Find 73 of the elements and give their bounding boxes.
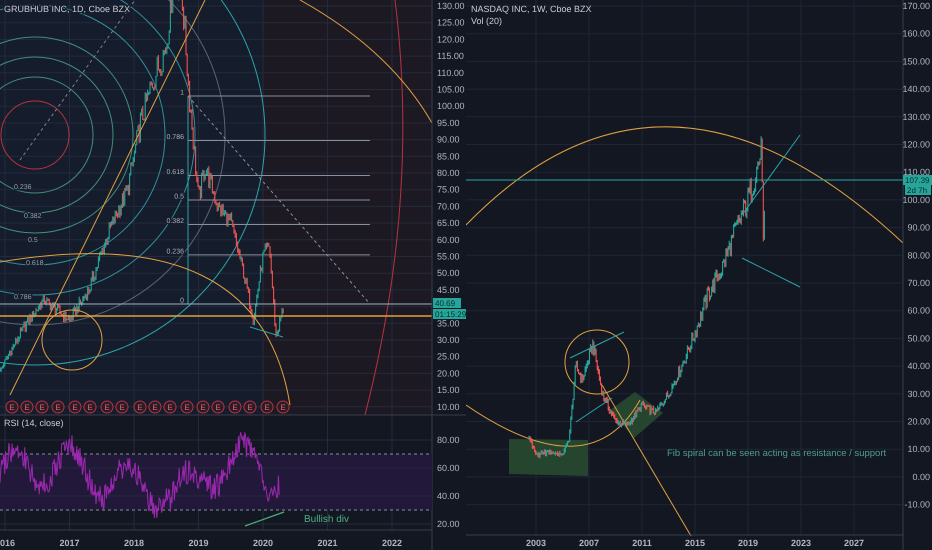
- price-axis-label: 150.00: [902, 56, 930, 66]
- time-axis-label: 2019: [738, 538, 758, 548]
- price-tag: 40.69: [433, 298, 461, 308]
- price-tag: 107.39: [903, 175, 932, 185]
- price-axis-label: 15.00: [437, 385, 460, 396]
- price-axis-label: 10.00: [437, 402, 460, 412]
- time-axis-label: 016: [0, 538, 16, 548]
- indicator-label: Vol (20): [471, 16, 502, 26]
- price-axis-label: 85.00: [437, 151, 460, 162]
- annotation-text: Bullish div: [304, 514, 350, 525]
- price-axis-label: 60.00: [907, 306, 930, 316]
- price-axis-label: 60.00: [437, 234, 460, 245]
- price-axis-label: 50.00: [437, 268, 460, 278]
- price-axis-label: 90.00: [437, 134, 460, 145]
- divergence-line: [244, 511, 284, 527]
- time-axis-label: 2020: [252, 538, 274, 548]
- rsi-axis-label: 20.00: [437, 519, 460, 529]
- price-axis-label: 105.00: [437, 84, 465, 94]
- time-axis-label: 2011: [632, 538, 652, 548]
- price-axis-label: 80.00: [907, 250, 930, 260]
- indicator-label: RSI (14, close): [4, 418, 64, 428]
- trend-line: [250, 326, 284, 338]
- price-axis-label: 40.00: [907, 361, 930, 372]
- price-axis-label: 130.00: [902, 112, 930, 122]
- price-axis-label: 55.00: [437, 252, 460, 262]
- price-axis-label: 70.00: [907, 278, 930, 288]
- price-axis-label: 20.00: [907, 416, 930, 426]
- price-axis-label: 140.00: [902, 84, 930, 94]
- price-axis-label: 95.00: [437, 118, 460, 128]
- chart-title: NASDAQ INC, 1W, Cboe BZX: [471, 4, 592, 14]
- annotation-text: Fib spiral can be seen acting as resistance / support: [667, 448, 886, 459]
- price-axis-label: 70.00: [437, 201, 460, 212]
- price-axis-label: 160.00: [902, 28, 930, 39]
- price-axis-label: 80.00: [437, 168, 460, 178]
- time-axis-label: 2017: [59, 538, 80, 548]
- price-axis-label: 120.00: [437, 34, 465, 44]
- time-axis-label: 2022: [382, 538, 402, 548]
- price-axis-label: 75.00: [437, 184, 460, 195]
- rsi-axis-label: 80.00: [437, 435, 460, 445]
- rsi-axis-label: 60.00: [437, 463, 460, 473]
- price-axis-label: -10.00: [904, 500, 930, 510]
- rsi-axis-label: 40.00: [437, 491, 460, 501]
- price-axis-label: 30.00: [437, 335, 460, 345]
- price-axis-label: 25.00: [437, 352, 460, 362]
- price-axis-label: 90.00: [907, 222, 930, 233]
- price-axis-label: 10.00: [907, 444, 930, 454]
- price-axis-label: 110.00: [437, 68, 464, 78]
- time-axis-label: 2015: [684, 538, 706, 548]
- price-axis-label: 30.00: [907, 388, 930, 399]
- time-axis-label: 2023: [790, 538, 812, 548]
- time-axis-label: 2019: [188, 538, 209, 548]
- time-axis-label: 2007: [578, 538, 600, 548]
- price-axis-label: 120.00: [902, 140, 930, 150]
- price-axis-label: 45.00: [437, 284, 460, 295]
- time-axis-label: 2003: [526, 538, 546, 548]
- time-axis-label: 2021: [317, 538, 338, 548]
- price-axis-label: 65.00: [437, 218, 460, 228]
- price-axis-label: 100.00: [437, 101, 465, 112]
- price-axis-label: 130.00: [437, 1, 465, 11]
- price-axis-label: 35.00: [437, 318, 460, 328]
- price-axis-label: 170.00: [902, 1, 930, 11]
- highlight-zone: [610, 392, 663, 438]
- price-axis-label: 125.00: [437, 18, 465, 28]
- price-axis-label: 115.00: [437, 51, 464, 62]
- time-axis-label: 2027: [844, 538, 864, 548]
- price-tag: 01:15:29: [433, 309, 466, 319]
- price-tag: 2d 7h: [905, 185, 931, 195]
- price-axis-label: 0.00: [912, 472, 930, 482]
- price-axis-label: 20.00: [437, 368, 460, 378]
- price-axis-label: 50.00: [907, 333, 930, 344]
- time-axis-label: 2018: [124, 538, 144, 548]
- price-axis-label: 110.00: [903, 167, 930, 178]
- price-axis-label: 100.00: [902, 194, 930, 205]
